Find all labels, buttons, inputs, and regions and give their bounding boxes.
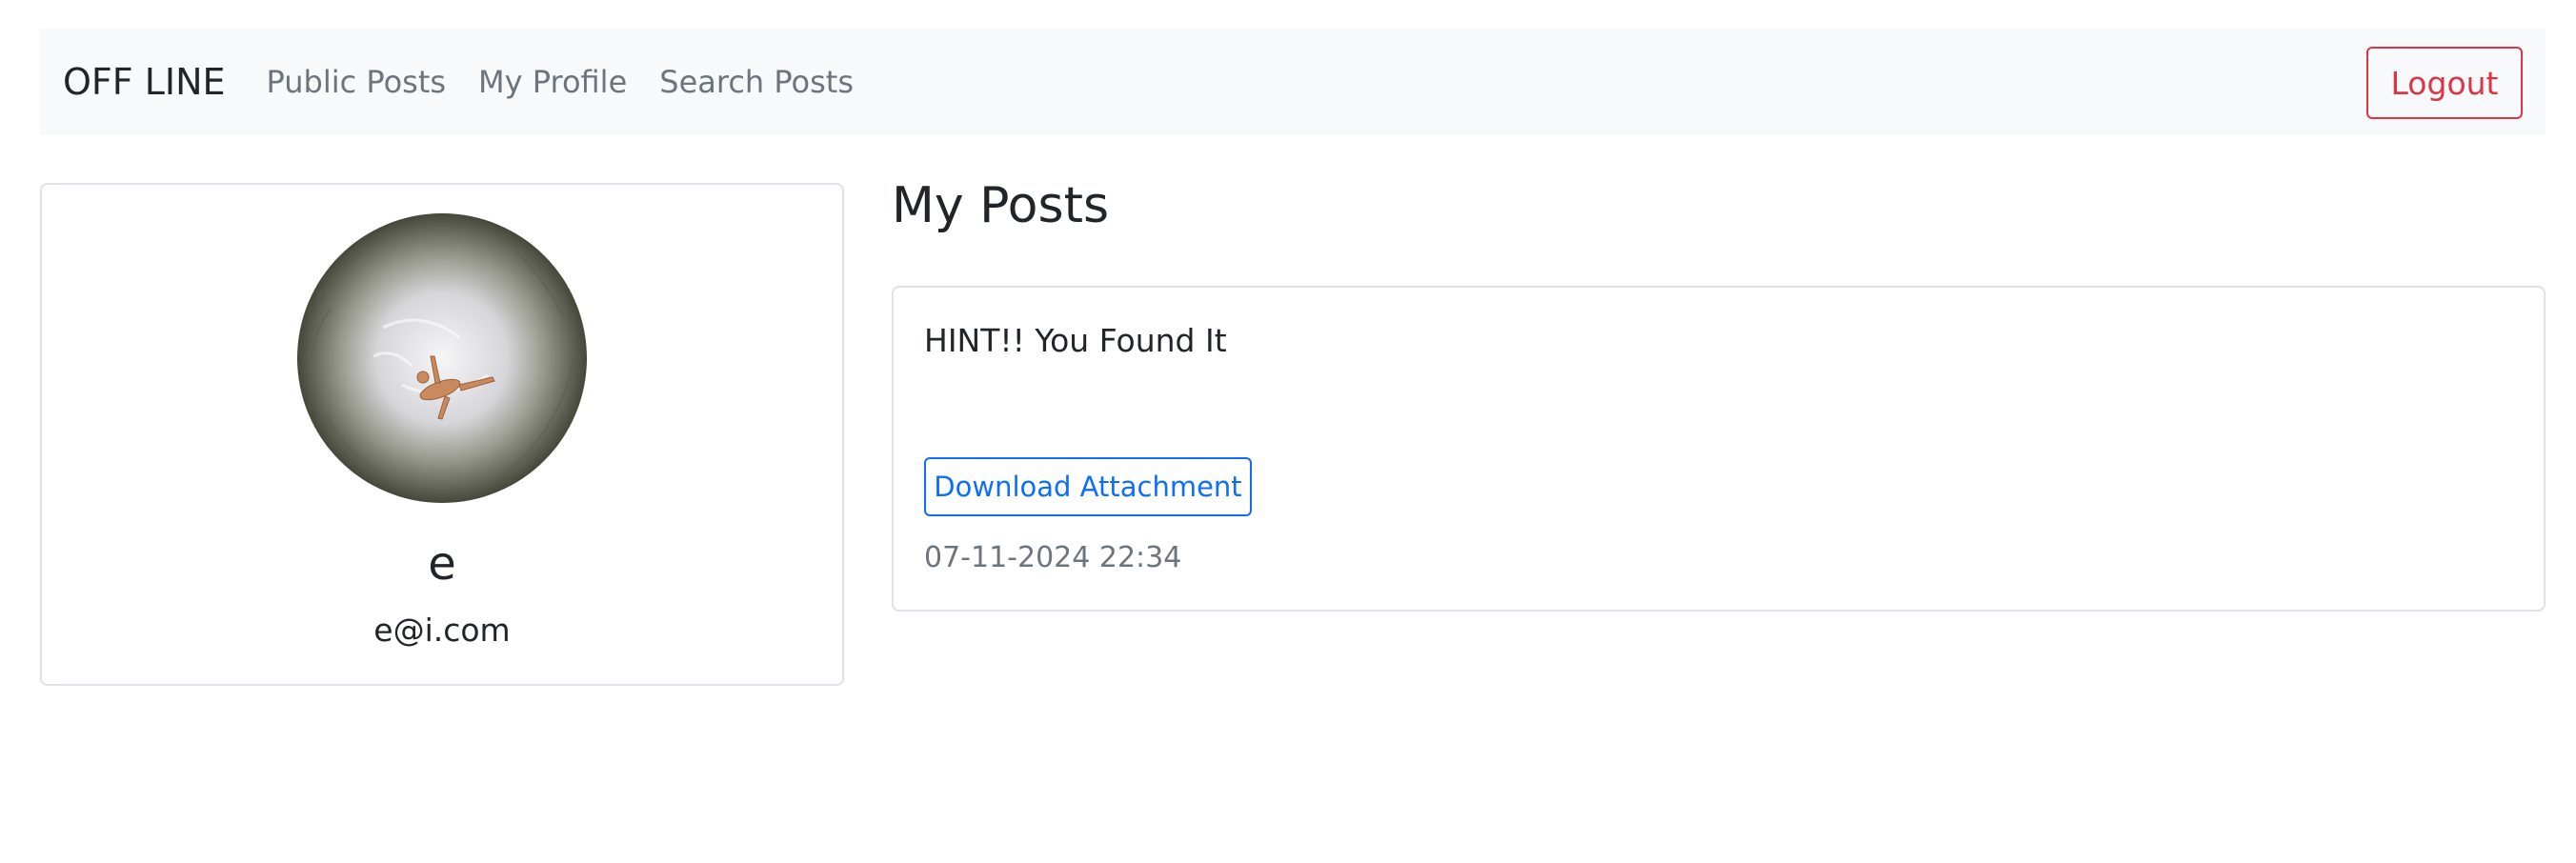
nav-link-public-posts[interactable]: Public Posts <box>251 64 463 100</box>
post-timestamp: 07-11-2024 22:34 <box>924 541 1182 574</box>
avatar <box>297 213 587 503</box>
navbar-brand[interactable]: OFF LINE <box>63 61 226 103</box>
nav-link-my-profile[interactable]: My Profile <box>462 64 643 100</box>
post-text: HINT!! You Found It <box>924 322 1227 359</box>
my-posts-heading: My Posts <box>892 177 1110 234</box>
nav-links: Public Posts My Profile Search Posts <box>251 64 870 100</box>
profile-email: e@i.com <box>373 612 511 649</box>
nav-link-search-posts[interactable]: Search Posts <box>643 64 870 100</box>
profile-username: e <box>428 537 456 591</box>
logout-button[interactable]: Logout <box>2366 47 2523 119</box>
download-attachment-button[interactable]: Download Attachment <box>924 457 1252 516</box>
avatar-image <box>297 213 587 503</box>
post-card: HINT!! You Found It Download Attachment … <box>892 286 2546 612</box>
profile-card: e e@i.com <box>40 183 844 686</box>
navbar: OFF LINE Public Posts My Profile Search … <box>40 29 2546 135</box>
